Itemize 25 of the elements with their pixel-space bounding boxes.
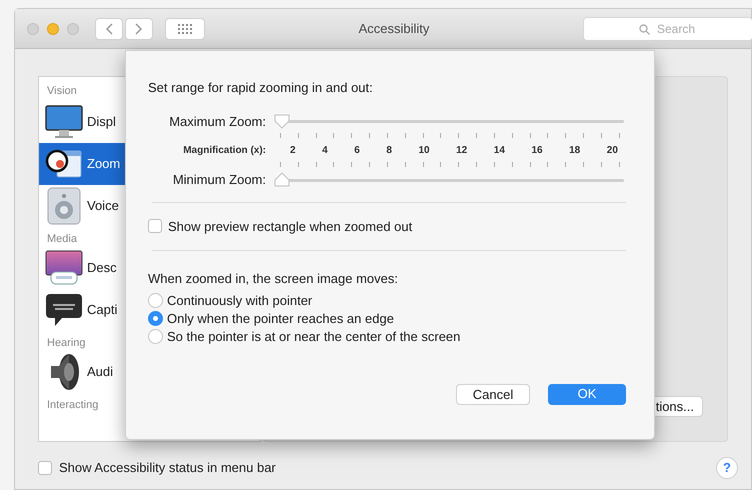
tick-label: 14	[494, 144, 505, 158]
slider-label: Maximum Zoom:	[168, 112, 267, 130]
section-header: Hearing	[47, 336, 86, 351]
slider-label: Minimum Zoom:	[172, 171, 267, 189]
tick-label: 16	[531, 144, 543, 158]
tick-label: 10	[418, 144, 430, 158]
tick-label: 6	[354, 144, 360, 158]
window-title: Accessibility	[358, 20, 430, 38]
checkbox-label: Show preview rectangle when zoomed out	[168, 218, 412, 236]
radio-label: Continuously with pointer	[167, 292, 312, 310]
magnification-label: Magnification (x):	[182, 144, 267, 158]
tick-label: 18	[569, 144, 580, 158]
tick-label: 8	[386, 144, 392, 158]
tick-label: 20	[606, 144, 618, 158]
radio-group-label: When zoomed in, the screen image moves:	[148, 270, 398, 288]
radio-label: So the pointer is at or near the center of the screen	[167, 328, 460, 346]
tick-label: 2	[290, 144, 296, 158]
sheet-heading: Set range for rapid zooming in and out:	[148, 79, 373, 97]
radio-label: Only when the pointer reaches an edge	[167, 310, 394, 328]
tick-label: 4	[322, 144, 328, 158]
tick-label: 12	[456, 144, 468, 158]
section-header: Interacting	[47, 398, 98, 413]
checkbox-label: Show Accessibility status in menu bar	[59, 459, 276, 478]
section-header: Vision	[47, 84, 77, 99]
section-header: Media	[47, 232, 77, 247]
